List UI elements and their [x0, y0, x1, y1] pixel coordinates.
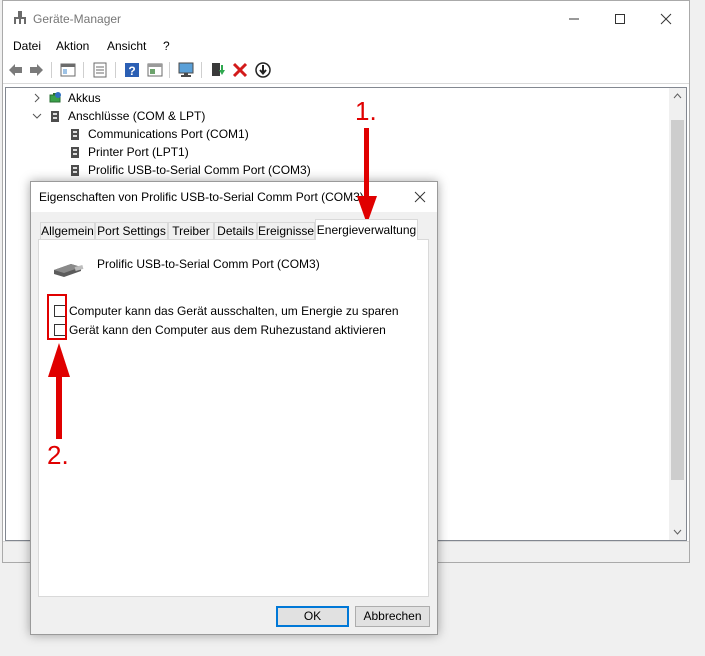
- tree-item-label: Communications Port (COM1): [88, 127, 249, 141]
- checkbox-label: Gerät kann den Computer aus dem Ruhezust…: [69, 323, 386, 337]
- toolbar-separator: [201, 62, 202, 78]
- help-icon[interactable]: ?: [123, 61, 141, 79]
- tree-item-com1[interactable]: Communications Port (COM1): [6, 125, 666, 143]
- menu-aktion[interactable]: Aktion: [56, 39, 89, 53]
- maximize-button[interactable]: [597, 1, 643, 35]
- menu-ansicht[interactable]: Ansicht: [107, 39, 146, 53]
- option-allow-wake[interactable]: Gerät kann den Computer aus dem Ruhezust…: [54, 323, 386, 339]
- tab-allgemein[interactable]: Allgemein: [40, 222, 95, 239]
- toolbar-separator: [115, 62, 116, 78]
- dialog-title: Eigenschaften von Prolific USB-to-Serial…: [39, 190, 364, 204]
- annotation-step-1: 1.: [355, 96, 377, 126]
- minimize-button[interactable]: [551, 1, 597, 35]
- close-icon: [414, 191, 426, 203]
- device-manager-app-icon: [14, 11, 26, 24]
- menu-datei[interactable]: Datei: [13, 39, 41, 53]
- menu-bar: Datei Aktion Ansicht ?: [3, 35, 689, 55]
- vertical-scrollbar[interactable]: [669, 88, 686, 540]
- disable-device-icon[interactable]: [254, 61, 272, 79]
- close-button[interactable]: [643, 1, 689, 35]
- menu-help[interactable]: ?: [163, 39, 170, 53]
- svg-text:?: ?: [128, 64, 135, 78]
- scroll-down-icon[interactable]: [673, 528, 682, 536]
- properties-dialog: Eigenschaften von Prolific USB-to-Serial…: [30, 181, 438, 635]
- tab-ereignisse[interactable]: Ereignisse: [257, 222, 315, 239]
- tree-item-anschluesse[interactable]: Anschlüsse (COM & LPT): [6, 107, 666, 125]
- scrollbar-thumb[interactable]: [671, 120, 684, 480]
- toolbar-separator: [83, 62, 84, 78]
- port-icon: [71, 165, 79, 176]
- device-view-icon[interactable]: [146, 61, 164, 79]
- update-driver-icon[interactable]: [209, 61, 227, 79]
- scroll-up-icon[interactable]: [673, 92, 682, 100]
- tab-treiber[interactable]: Treiber: [168, 222, 214, 239]
- option-allow-power-off[interactable]: Computer kann das Gerät ausschalten, um …: [54, 304, 399, 320]
- back-arrow-icon[interactable]: [7, 61, 25, 79]
- usb-serial-cable-icon: [54, 264, 84, 277]
- chevron-right-icon[interactable]: [32, 92, 42, 104]
- tab-port-settings[interactable]: Port Settings: [95, 222, 168, 239]
- port-icon: [51, 111, 59, 122]
- port-icon: [71, 129, 79, 140]
- properties-icon[interactable]: [91, 61, 109, 79]
- device-name: Prolific USB-to-Serial Comm Port (COM3): [97, 257, 320, 271]
- ok-button[interactable]: OK: [276, 606, 349, 627]
- tab-energieverwaltung[interactable]: Energieverwaltung: [315, 219, 418, 240]
- forward-arrow-icon[interactable]: [27, 61, 45, 79]
- close-icon: [660, 13, 672, 25]
- arrow-down-annotation: [357, 128, 377, 224]
- arrow-up-annotation: [48, 343, 70, 439]
- show-hide-console-icon[interactable]: [59, 61, 77, 79]
- dialog-close-button[interactable]: [409, 187, 431, 207]
- tree-item-label: Prolific USB-to-Serial Comm Port (COM3): [88, 163, 311, 177]
- toolbar: ?: [3, 57, 689, 84]
- toolbar-separator: [51, 62, 52, 78]
- monitor-icon[interactable]: [177, 61, 195, 79]
- tree-item-label: Akkus: [68, 91, 101, 105]
- checkbox-highlight-annotation: [47, 294, 67, 340]
- chevron-down-icon[interactable]: [32, 110, 42, 122]
- maximize-icon: [615, 14, 625, 24]
- battery-icon: [49, 92, 61, 103]
- tree-item-akkus[interactable]: Akkus: [6, 89, 666, 107]
- cancel-button[interactable]: Abbrechen: [355, 606, 430, 627]
- tab-panel-energieverwaltung: Prolific USB-to-Serial Comm Port (COM3) …: [38, 239, 429, 597]
- annotation-step-2: 2.: [47, 440, 69, 470]
- tab-details[interactable]: Details: [214, 222, 257, 239]
- tree-item-label: Printer Port (LPT1): [88, 145, 189, 159]
- tree-item-lpt1[interactable]: Printer Port (LPT1): [6, 143, 666, 161]
- port-icon: [71, 147, 79, 158]
- window-title: Geräte-Manager: [33, 12, 122, 26]
- uninstall-icon[interactable]: [231, 61, 249, 79]
- tree-item-com3[interactable]: Prolific USB-to-Serial Comm Port (COM3): [6, 161, 666, 179]
- toolbar-separator: [169, 62, 170, 78]
- title-bar: Geräte-Manager: [3, 1, 689, 35]
- tree-item-label: Anschlüsse (COM & LPT): [68, 109, 206, 123]
- checkbox-label: Computer kann das Gerät ausschalten, um …: [69, 304, 399, 318]
- minimize-icon: [569, 18, 579, 20]
